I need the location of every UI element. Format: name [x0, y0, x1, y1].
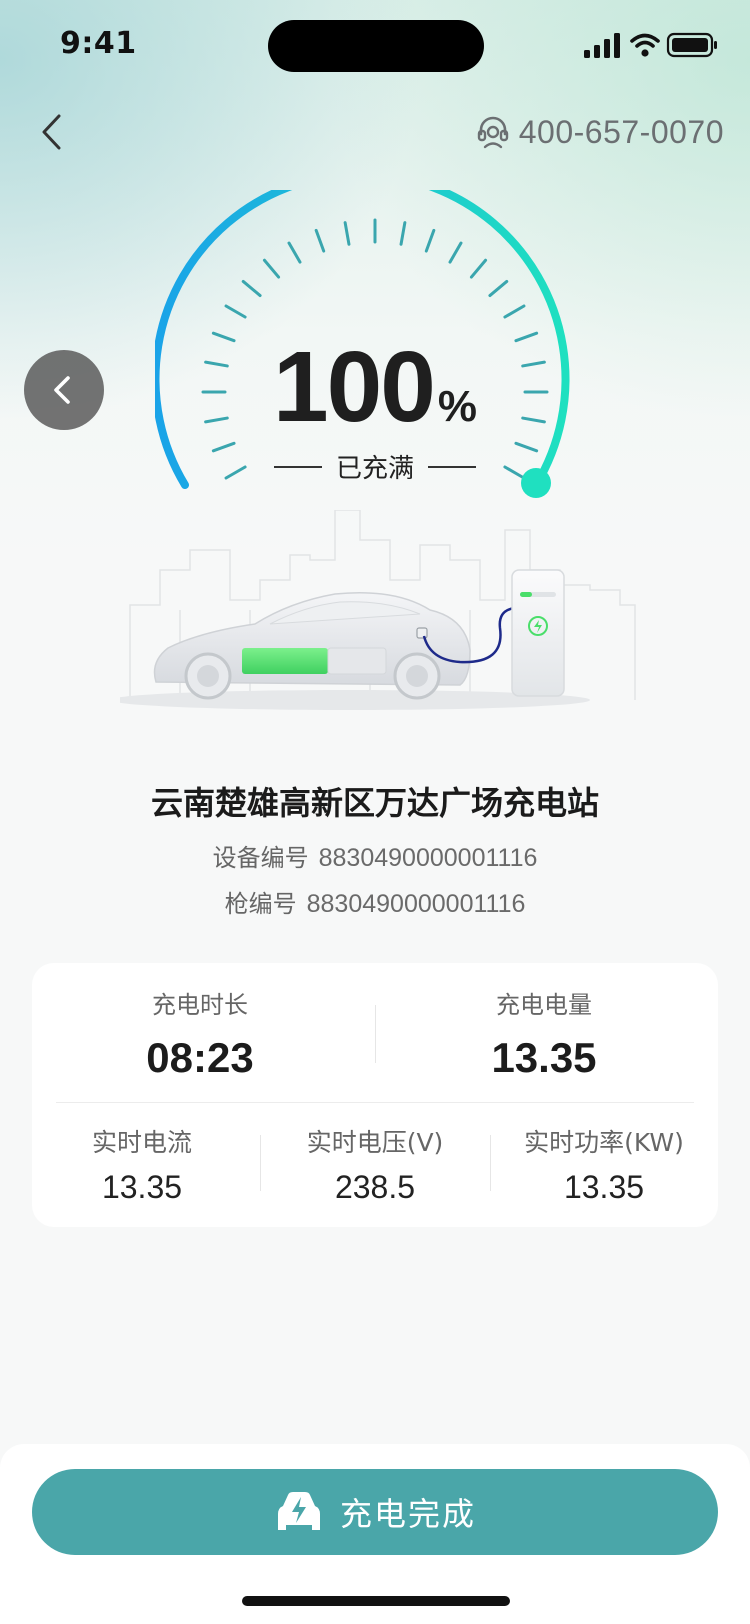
car-icon: [153, 591, 471, 700]
charge-complete-button[interactable]: 充电完成: [32, 1469, 718, 1555]
stat-duration-value: 08:23: [146, 1034, 254, 1081]
gauge-tick: [287, 241, 302, 264]
gauge-tick: [469, 258, 488, 279]
gauge-tick: [241, 279, 262, 298]
charge-complete-label: 充电完成: [339, 1495, 476, 1533]
divider: [273, 465, 322, 468]
stat-energy-label: 充电电量: [496, 991, 592, 1019]
gauge-tick: [343, 221, 351, 246]
back-button[interactable]: [30, 108, 78, 156]
stat-power: 实时功率(KW) 13.35: [504, 1123, 704, 1206]
divider: [428, 465, 476, 468]
charging-pile-icon: [511, 569, 565, 697]
gauge-tick: [314, 228, 326, 253]
percent-unit: %: [437, 382, 477, 431]
wifi-icon: [630, 33, 660, 48]
gun-number-value: 8830490000001116: [306, 890, 526, 918]
gauge-tick: [448, 241, 463, 264]
charge-status: 已充满: [0, 448, 750, 485]
car-charge-icon: [277, 1492, 320, 1530]
stat-current: 实时电流 13.35: [42, 1123, 242, 1206]
gauge-tick: [262, 258, 281, 279]
stat-current-label: 实时电流: [91, 1128, 192, 1157]
device-number-row: 设备编号 8830490000001116: [0, 838, 750, 873]
stat-voltage-value: 238.5: [334, 1169, 416, 1205]
charge-status-text: 已充满: [335, 454, 414, 484]
gun-number-row: 枪编号 8830490000001116: [0, 884, 750, 919]
stat-energy: 充电电量 13.35: [394, 985, 694, 1082]
percent-value: 100: [273, 331, 436, 443]
stat-power-value: 13.35: [563, 1169, 645, 1205]
hotline-button[interactable]: 400-657-0070: [475, 110, 724, 154]
stat-voltage-label: 实时电压(V): [306, 1128, 444, 1157]
stat-duration-label: 充电时长: [152, 991, 248, 1019]
hotline-number: 400-657-0070: [518, 113, 724, 150]
gauge-tick: [224, 304, 247, 319]
stat-duration: 充电时长 08:23: [50, 985, 350, 1082]
gauge-tick: [399, 221, 407, 246]
charging-stats-card: 充电时长 08:23 充电电量 13.35 实时电流 13.35 实时电压(V)…: [32, 963, 718, 1227]
divider: [56, 1102, 694, 1103]
divider: [260, 1135, 261, 1191]
status-bar: 9:41: [0, 0, 750, 90]
stat-power-label: 实时功率(KW): [524, 1128, 684, 1157]
device-number-label: 设备编号: [212, 844, 309, 872]
gauge-tick: [503, 304, 526, 319]
status-icons: [584, 32, 717, 58]
gauge-tick: [424, 228, 436, 253]
station-name: 云南楚雄高新区万达广场充电站: [150, 784, 599, 822]
stat-current-value: 13.35: [101, 1169, 183, 1205]
gauge-tick: [488, 279, 509, 298]
home-indicator: [242, 1596, 510, 1606]
divider: [490, 1135, 491, 1191]
headset-icon: [477, 116, 508, 149]
signal-icon: [584, 33, 620, 58]
battery-icon: [666, 32, 717, 58]
stat-energy-value: 13.35: [491, 1034, 597, 1081]
gun-number-label: 枪编号: [224, 890, 297, 918]
status-time: 9:41: [60, 26, 137, 61]
stat-voltage: 实时电压(V) 238.5: [275, 1123, 475, 1206]
car-charging-illustration: [120, 510, 636, 710]
dynamic-island: [268, 20, 484, 72]
charge-percent: 100%: [0, 330, 750, 445]
device-number-value: 8830490000001116: [318, 844, 538, 872]
divider: [375, 1005, 376, 1063]
